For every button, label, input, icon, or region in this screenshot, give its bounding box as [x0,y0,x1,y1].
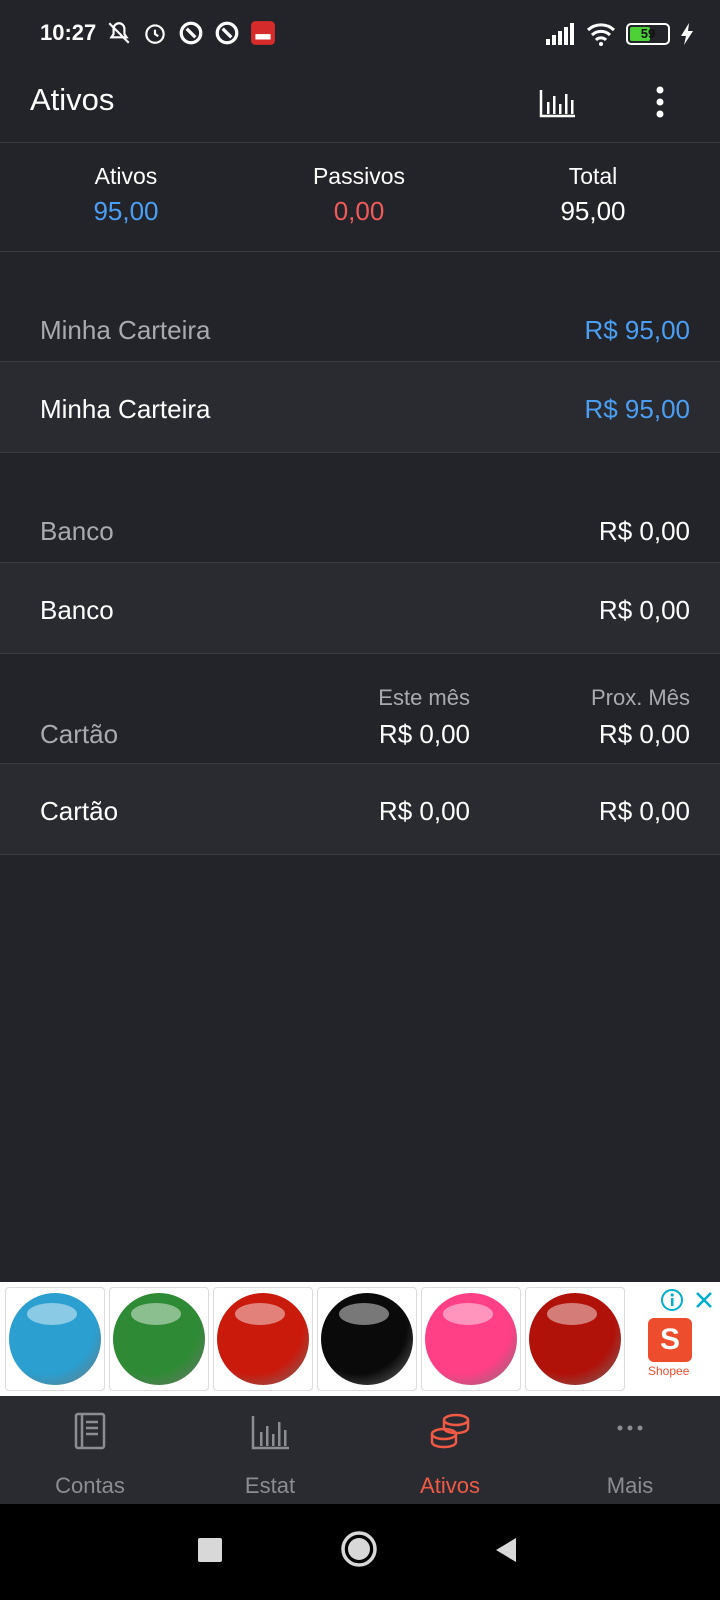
account-row-wallet[interactable]: Minha Carteira R$ 95,00 [0,362,720,453]
this-month-label: Este mês [378,685,470,710]
nav-label: Contas [55,1473,125,1498]
ad-product-tile[interactable] [109,1287,209,1391]
ad-product-tile[interactable] [317,1287,417,1391]
nav-label: Ativos [420,1473,480,1498]
group-header-bank[interactable]: Banco R$ 0,00 [0,454,720,563]
account-row-card[interactable]: Cartão R$ 0,00 R$ 0,00 [0,764,720,855]
ad-product-image [9,1293,101,1385]
page-title: Ativos [30,82,115,117]
summary-liabilities-value: 0,00 [333,196,385,226]
statistics-button[interactable] [537,82,577,122]
status-bar: 10:27 59 [0,0,720,64]
account-name: Minha Carteira [40,394,211,424]
summary-bar: Ativos 95,00 Passivos 0,00 Total 95,00 [0,143,720,252]
more-options-button[interactable] [640,82,680,122]
shopee-brand-label: Shopee [648,1364,690,1378]
nav-item-contas[interactable]: Contas [0,1410,180,1499]
system-nav-bar [0,1504,720,1600]
more-vert-icon [656,86,664,118]
card-next-month-amount: R$ 0,00 [598,796,690,826]
bottom-navigation: Contas Estat Ativos Mais [0,1396,720,1504]
summary-assets: Ativos 95,00 [6,163,246,227]
account-balance: R$ 95,00 [584,394,690,424]
battery-level: 59 [640,26,656,41]
ad-product-image [425,1293,517,1385]
ad-product-tile[interactable] [525,1287,625,1391]
ad-product-image [529,1293,621,1385]
ad-product-tile[interactable] [213,1287,313,1391]
app-notification-icon [251,21,275,45]
notifications-off-icon [108,22,130,44]
recents-square-icon[interactable] [198,1538,222,1562]
group-header-next-month: R$ 0,00 [598,719,690,749]
status-left-icons [106,20,276,46]
book-icon [74,1412,106,1450]
ad-product-image [321,1293,413,1385]
group-header-amount: R$ 95,00 [584,315,690,345]
ad-product-tile[interactable] [5,1287,105,1391]
group-header-wallet[interactable]: Minha Carteira R$ 95,00 [0,253,720,362]
wifi-icon [586,23,616,46]
charging-icon [681,23,693,45]
bar-chart-icon [251,1416,289,1450]
app-toolbar: Ativos [0,64,720,143]
ad-close-icon[interactable] [692,1288,716,1312]
nav-item-ativos[interactable]: Ativos [360,1410,540,1499]
status-time: 10:27 [40,20,97,45]
group-header-card[interactable]: Este mês Prox. Mês Cartão R$ 0,00 R$ 0,0… [0,655,720,764]
summary-assets-label: Ativos [94,163,158,189]
nav-label: Mais [606,1473,654,1498]
ad-product-tile[interactable] [421,1287,521,1391]
next-month-label: Prox. Mês [590,685,690,710]
ad-product-image [217,1293,309,1385]
signal-icon [546,23,574,45]
ad-product-image [113,1293,205,1385]
ad-info-icon[interactable] [660,1288,684,1312]
ad-banner[interactable]: S Shopee [0,1282,720,1396]
account-name: Cartão [40,796,119,826]
summary-liabilities: Passivos 0,00 [239,163,479,227]
summary-assets-value: 95,00 [93,196,159,226]
nav-item-mais[interactable]: Mais [540,1410,720,1499]
back-triangle-icon[interactable] [494,1536,518,1564]
bar-chart-icon [539,90,575,118]
data-saver-icon [179,21,203,45]
battery-icon: 59 [626,23,670,45]
nav-label: Estat [244,1473,296,1498]
summary-total-value: 95,00 [560,196,626,226]
coins-icon [430,1413,470,1449]
nav-item-estat[interactable]: Estat [180,1410,360,1499]
group-header-amount: R$ 0,00 [598,516,690,546]
alarm-icon [145,24,165,44]
group-header-label: Banco [40,516,114,546]
account-balance: R$ 0,00 [598,595,690,625]
summary-liabilities-label: Passivos [312,163,406,189]
summary-total-label: Total [568,163,618,189]
data-saver-icon [215,21,239,45]
group-header-label: Minha Carteira [40,315,211,345]
shopee-logo-icon[interactable]: S [648,1318,692,1362]
status-right-icons: 59 [546,22,694,46]
group-header-this-month: R$ 0,00 [378,719,470,749]
account-row-bank[interactable]: Banco R$ 0,00 [0,563,720,654]
card-this-month-amount: R$ 0,00 [378,796,470,826]
group-header-label: Cartão [40,719,119,749]
more-horiz-icon [617,1425,643,1431]
summary-total: Total 95,00 [473,163,713,227]
account-name: Banco [40,595,114,625]
home-circle-icon[interactable] [340,1530,378,1568]
